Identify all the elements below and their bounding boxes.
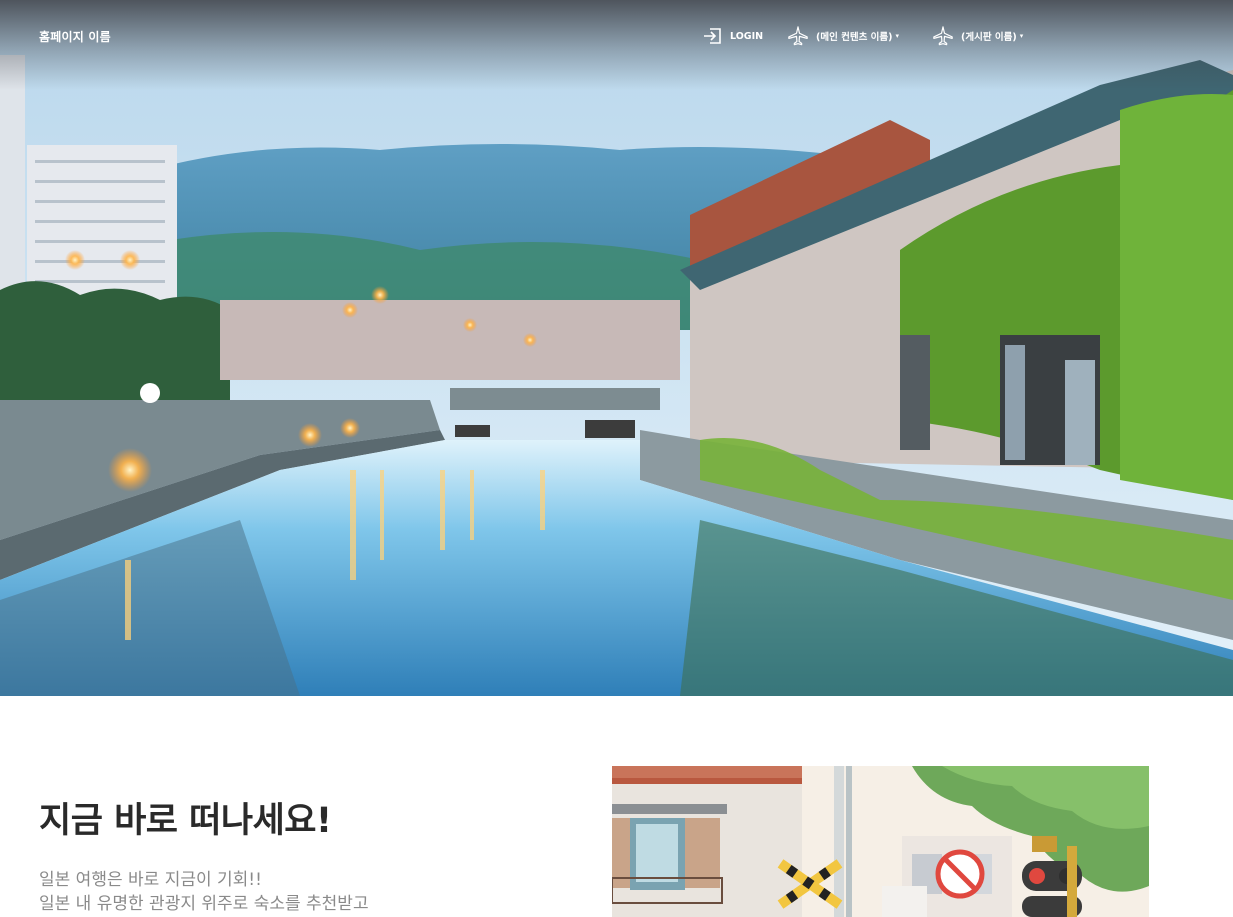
hero-canal-image [0, 0, 1233, 696]
nav-main-contents[interactable]: (메인 컨텐츠 이름) ▾ [787, 25, 899, 47]
nav-board[interactable]: (게시판 이름) ▾ [932, 25, 1023, 47]
chevron-down-icon: ▾ [1019, 32, 1024, 40]
chevron-down-icon: ▾ [895, 32, 899, 40]
intro-section: 지금 바로 떠나세요! 일본 여행은 바로 지금이 기회!! 일본 내 유명한 … [0, 696, 1233, 917]
nav-board-label: (게시판 이름) [961, 32, 1017, 43]
login-icon [704, 28, 721, 44]
intro-line: 일본 내 유명한 관광지 위주로 숙소를 추천받고 [39, 894, 369, 914]
nav-login-label: LOGIN [730, 30, 764, 42]
intro-title: 지금 바로 떠나세요! [39, 801, 332, 841]
brand-link[interactable]: 홈페이지 이름 [39, 28, 111, 45]
top-navbar: 홈페이지 이름 LOGIN (메인 컨텐츠 이름) ▾ (게시판 이름) ▾ [0, 0, 1233, 72]
street-illustration [612, 766, 1149, 917]
intro-line: 일본 여행은 바로 지금이 기회!! [39, 870, 262, 890]
page: 홈페이지 이름 LOGIN (메인 컨텐츠 이름) ▾ (게시판 이름) ▾ 지… [0, 0, 1233, 917]
nav-login[interactable]: LOGIN [703, 25, 763, 47]
airplane-icon [933, 26, 953, 46]
hero-banner: 홈페이지 이름 LOGIN (메인 컨텐츠 이름) ▾ (게시판 이름) ▾ [0, 0, 1233, 696]
intro-description: 일본 여행은 바로 지금이 기회!! 일본 내 유명한 관광지 위주로 숙소를 … [39, 868, 369, 916]
airplane-icon [788, 26, 808, 46]
nav-main-contents-label: (메인 컨텐츠 이름) [816, 32, 893, 43]
